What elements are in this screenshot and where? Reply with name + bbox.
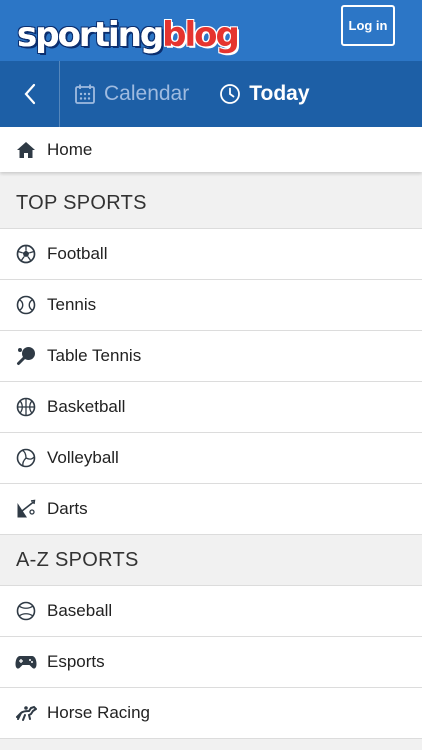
sport-item-label: Table Tennis [47, 346, 142, 365]
table-tennis-icon [15, 345, 37, 367]
sport-item-label: Baseball [47, 601, 113, 620]
horse-racing-icon [15, 702, 37, 724]
sport-item-esports[interactable]: Esports [0, 637, 422, 688]
sport-item-horse-racing[interactable]: Horse Racing [0, 688, 422, 739]
sportingblog-logo[interactable]: sporting blog [17, 8, 240, 55]
darts-icon [15, 498, 37, 520]
gamepad-icon [15, 651, 37, 673]
top-bar: sporting blog Log in [0, 0, 422, 61]
section-title-top-sports: TOP SPORTS [0, 178, 422, 229]
logo-text-sporting: sporting [17, 15, 164, 55]
sport-item-label: Esports [47, 652, 105, 671]
login-button[interactable]: Log in [341, 5, 395, 46]
sport-item-baseball[interactable]: Baseball [0, 586, 422, 637]
sport-item-label: Horse Racing [47, 703, 150, 722]
baseball-icon [15, 600, 37, 622]
menu-item-label: Home [47, 139, 93, 159]
clock-icon [220, 84, 241, 104]
home-icon [15, 139, 37, 161]
volleyball-icon [15, 447, 37, 469]
tab-today-label: Today [249, 82, 310, 105]
tennis-icon [15, 294, 37, 316]
sport-item-label: Darts [47, 499, 88, 518]
tab-today[interactable]: Today [203, 61, 323, 127]
sport-item-label: Volleyball [47, 448, 119, 467]
chevron-left-icon [24, 83, 35, 105]
sport-item-football[interactable]: Football [0, 229, 422, 280]
section-title-az-sports: A-Z SPORTS [0, 535, 422, 586]
sport-item-darts[interactable]: Darts [0, 484, 422, 535]
tab-calendar-label: Calendar [104, 82, 190, 105]
football-icon [15, 243, 37, 265]
basketball-icon [15, 396, 37, 418]
back-button[interactable] [0, 61, 60, 127]
date-nav-bar: Calendar Today [0, 61, 422, 127]
calendar-icon [75, 84, 95, 104]
logo-text-blog: blog [162, 15, 240, 55]
sport-item-tennis[interactable]: Tennis [0, 280, 422, 331]
sport-item-label: Tennis [47, 295, 97, 314]
sport-item-basketball[interactable]: Basketball [0, 382, 422, 433]
sport-item-label: Football [47, 244, 108, 263]
menu-item-home[interactable]: Home [0, 127, 422, 172]
sport-item-label: Basketball [47, 397, 126, 416]
tab-calendar[interactable]: Calendar [60, 61, 203, 127]
sport-item-volleyball[interactable]: Volleyball [0, 433, 422, 484]
sport-item-table-tennis[interactable]: Table Tennis [0, 331, 422, 382]
